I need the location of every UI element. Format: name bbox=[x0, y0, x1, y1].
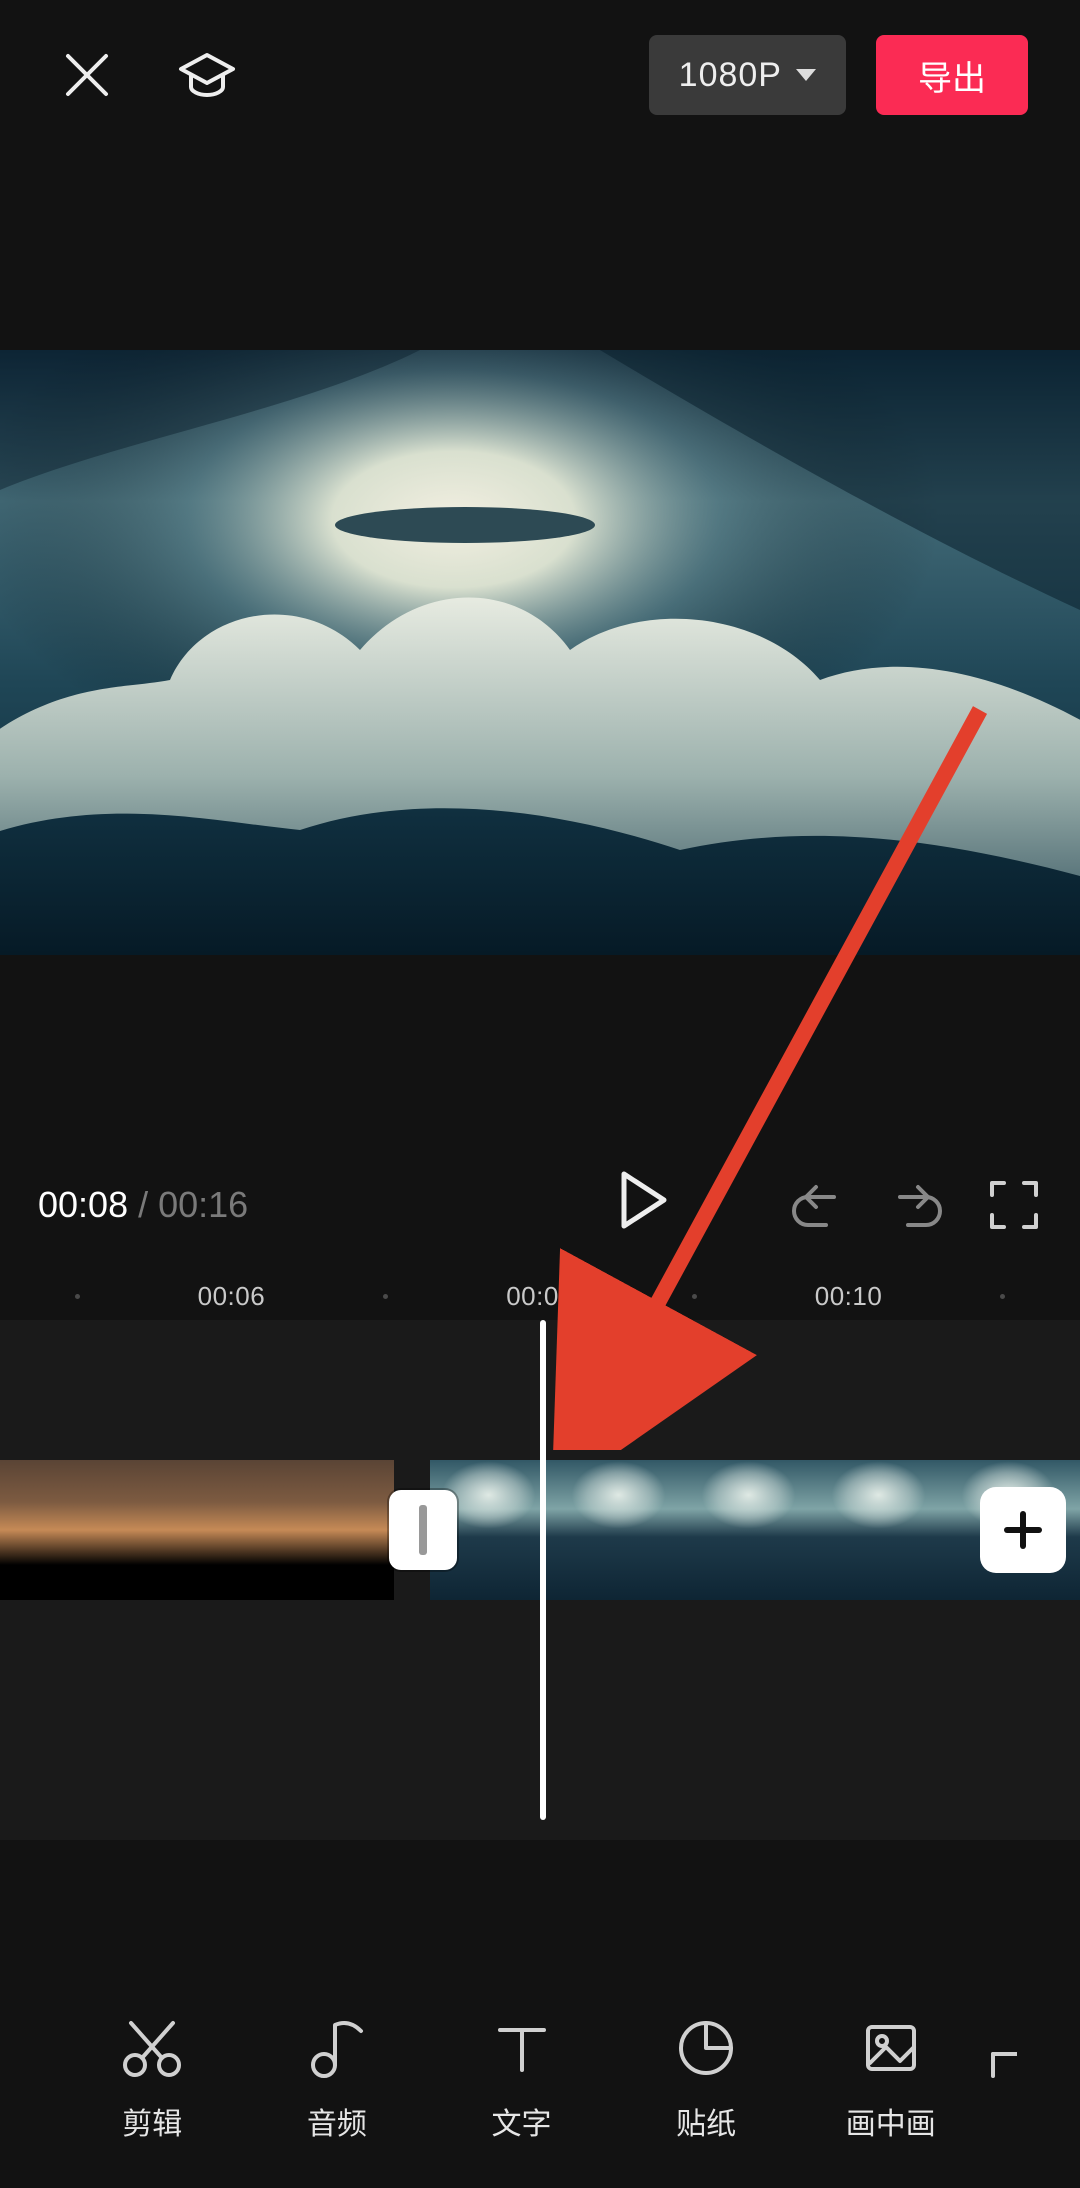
text-icon bbox=[492, 2018, 552, 2078]
export-button[interactable]: 导出 bbox=[876, 35, 1028, 115]
scissors-icon bbox=[119, 2015, 185, 2081]
tool-edit[interactable]: 剪辑 bbox=[60, 2013, 245, 2143]
time-display: 00:08 / 00:16 bbox=[38, 1184, 248, 1226]
total-time: 00:16 bbox=[158, 1184, 248, 1226]
video-preview[interactable] bbox=[0, 350, 1080, 955]
clip-1[interactable] bbox=[0, 1460, 394, 1600]
ruler-tick-label: 00:08 bbox=[506, 1281, 574, 1311]
tool-label: 文字 bbox=[492, 2099, 552, 2143]
ruler-tick-label: 00:06 bbox=[198, 1281, 266, 1311]
sticker-icon bbox=[675, 2017, 737, 2079]
music-note-icon bbox=[306, 2015, 368, 2081]
redo-icon bbox=[888, 1177, 944, 1233]
tool-text[interactable]: 文字 bbox=[429, 2013, 614, 2143]
chevron-down-icon bbox=[796, 69, 816, 81]
tool-label: 贴纸 bbox=[676, 2099, 736, 2143]
tool-sticker[interactable]: 贴纸 bbox=[614, 2013, 799, 2143]
tutorial-button[interactable] bbox=[172, 40, 242, 110]
preview-frame-image bbox=[0, 350, 1080, 955]
tool-audio[interactable]: 音频 bbox=[245, 2013, 430, 2143]
fullscreen-icon bbox=[986, 1177, 1042, 1233]
bottom-toolbar: 剪辑 音频 文字 贴纸 bbox=[0, 1968, 1080, 2188]
undo-button[interactable] bbox=[790, 1177, 846, 1233]
image-icon bbox=[860, 2017, 922, 2079]
timeline-ruler[interactable]: 00:06 00:08 00:10 bbox=[0, 1272, 1080, 1320]
close-icon bbox=[62, 50, 112, 100]
play-icon bbox=[618, 1170, 668, 1230]
tool-more[interactable] bbox=[983, 2035, 1020, 2121]
play-button[interactable] bbox=[618, 1170, 688, 1240]
resolution-label: 1080P bbox=[679, 56, 782, 95]
tool-label: 剪辑 bbox=[122, 2099, 182, 2143]
tool-pip[interactable]: 画中画 bbox=[798, 2013, 983, 2143]
ruler-tick-label: 00:10 bbox=[815, 1281, 883, 1311]
playhead[interactable] bbox=[540, 1320, 546, 1820]
tool-label: 音频 bbox=[307, 2099, 367, 2143]
resolution-selector[interactable]: 1080P bbox=[649, 35, 846, 115]
graduation-cap-icon bbox=[177, 45, 237, 105]
fullscreen-button[interactable] bbox=[986, 1177, 1042, 1233]
time-separator: / bbox=[128, 1184, 158, 1226]
close-button[interactable] bbox=[52, 40, 122, 110]
add-media-button[interactable] bbox=[980, 1487, 1066, 1573]
plus-icon bbox=[999, 1506, 1047, 1554]
redo-button[interactable] bbox=[888, 1177, 944, 1233]
current-time: 00:08 bbox=[38, 1184, 128, 1226]
undo-icon bbox=[790, 1177, 846, 1233]
export-label: 导出 bbox=[918, 51, 986, 100]
transition-button[interactable] bbox=[389, 1490, 457, 1570]
timeline[interactable] bbox=[0, 1320, 1080, 1840]
tool-label: 画中画 bbox=[846, 2099, 936, 2143]
more-icon bbox=[987, 2040, 1017, 2100]
